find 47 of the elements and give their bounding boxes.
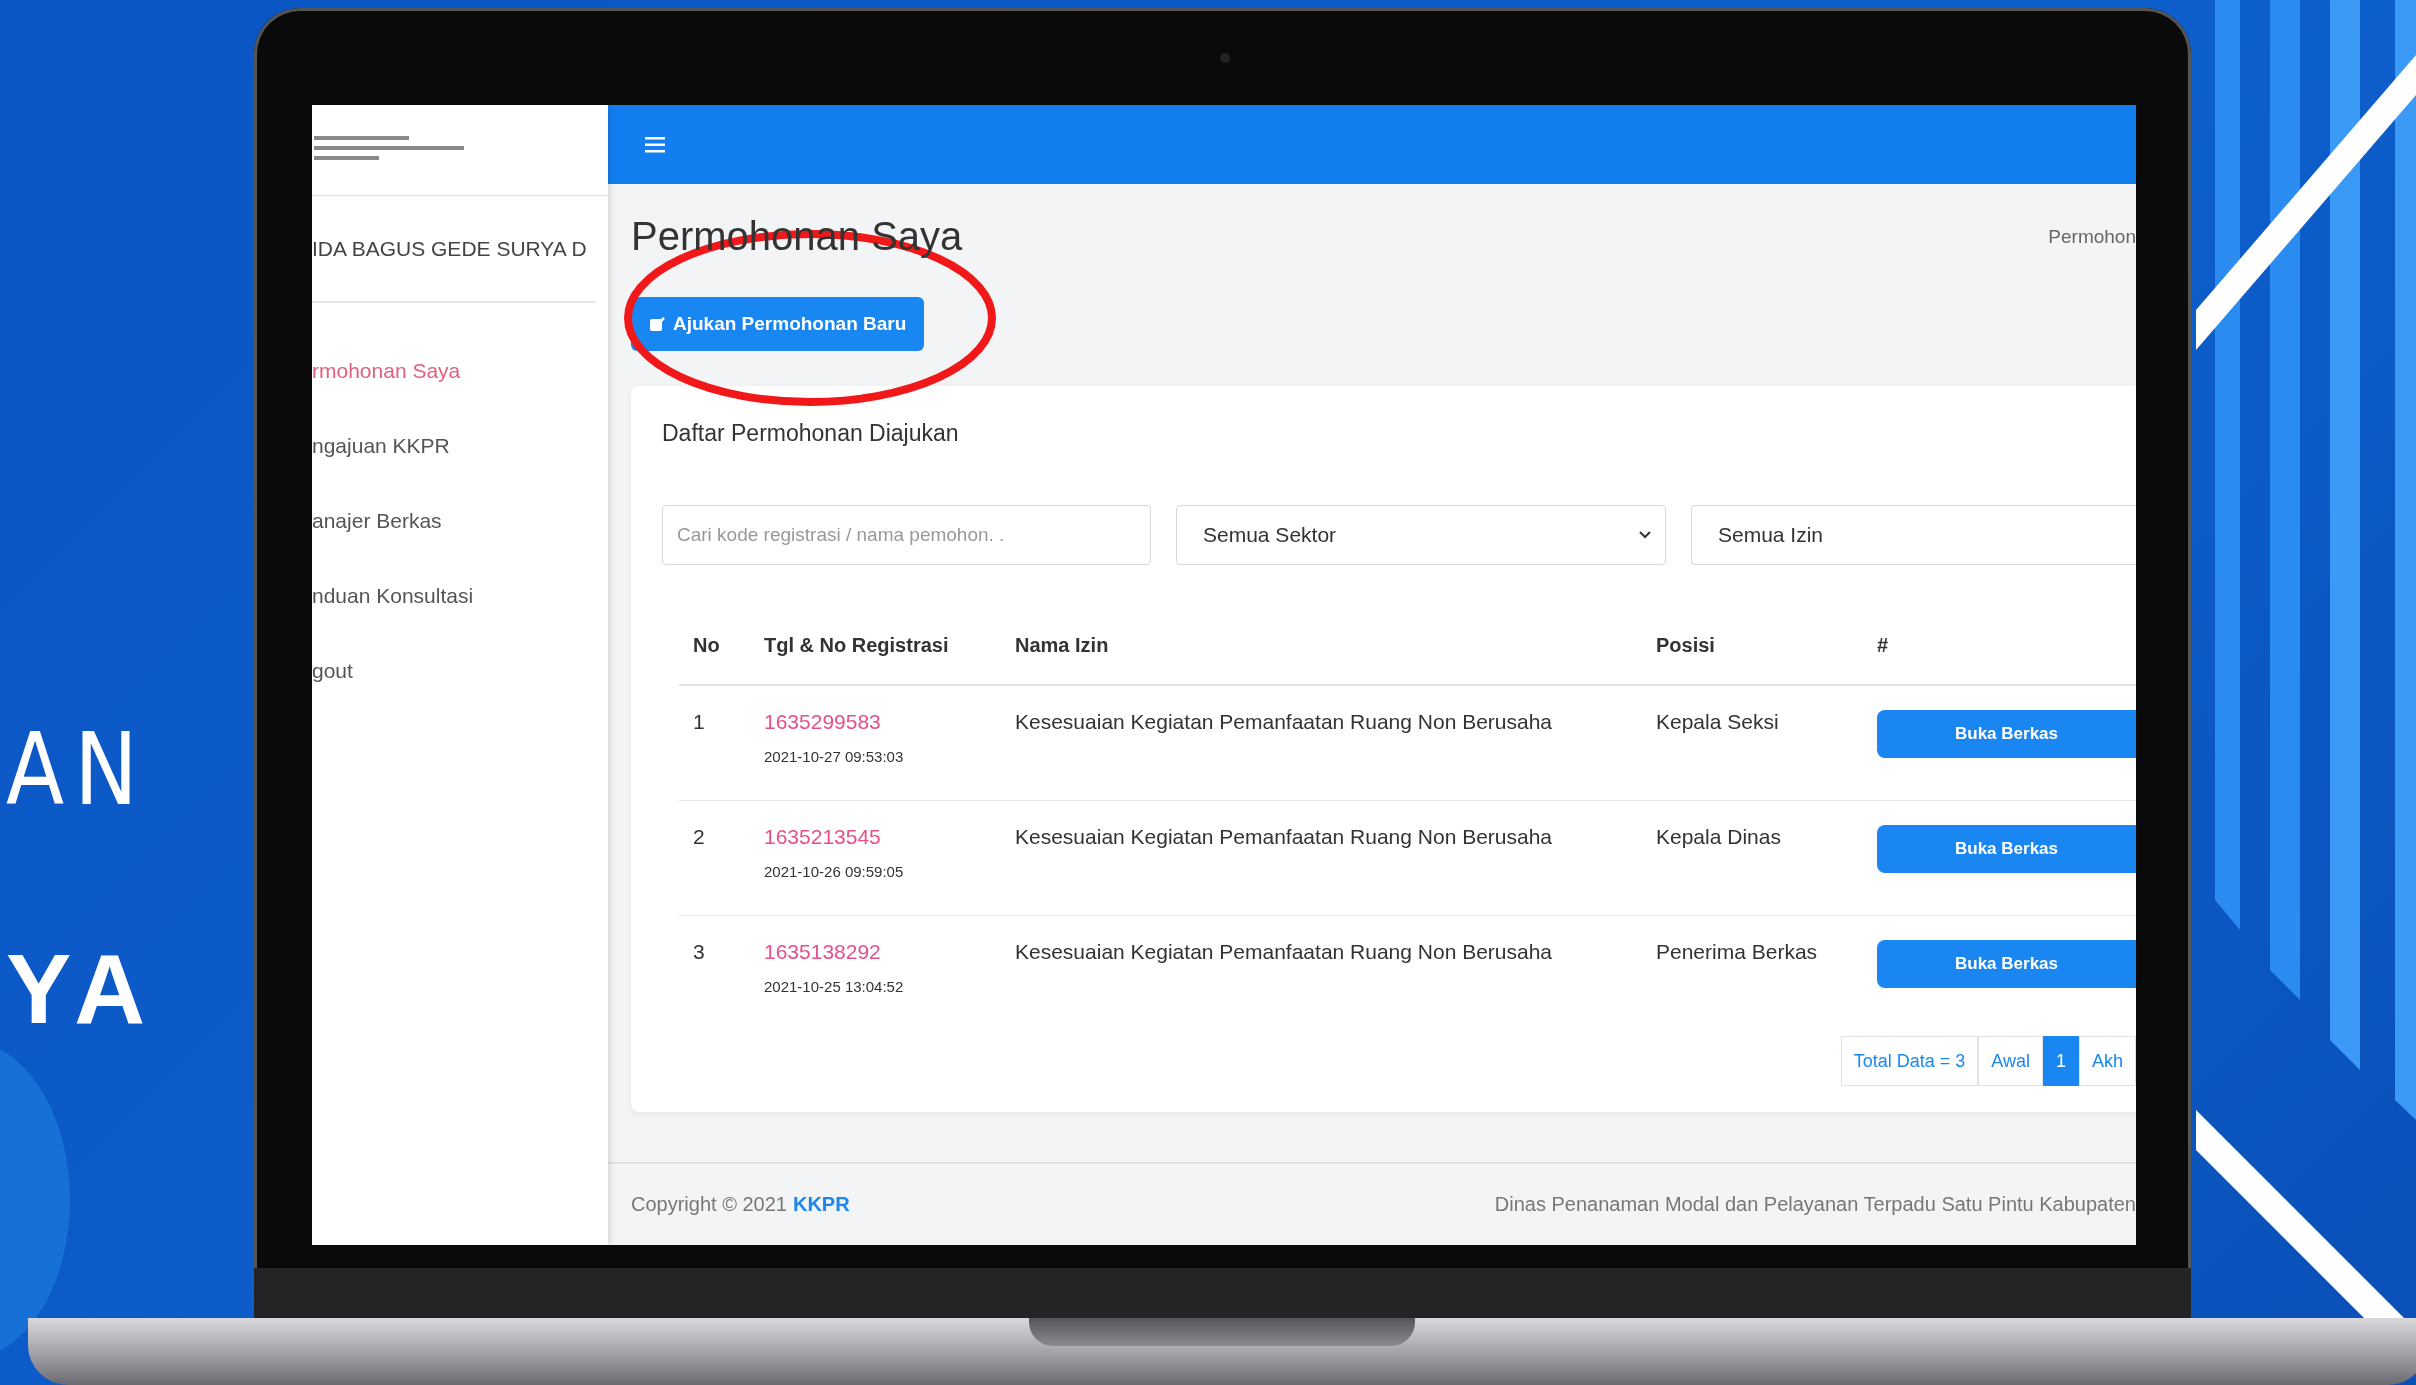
row-number: 3 (693, 940, 705, 964)
registration-link[interactable]: 1635213545 (764, 825, 881, 849)
headline-text: YA (6, 940, 159, 1038)
select-field[interactable]: Semua Sektor (1176, 505, 1666, 566)
card-title: Daftar Permohonan Diajukan (662, 420, 960, 448)
total-count: Total Data = 3 (1840, 1036, 1979, 1087)
column-header: Tgl & No Registrasi (750, 607, 1001, 686)
position-text: Kepala Seksi (1656, 710, 1779, 734)
row-number: 1 (693, 710, 705, 734)
search-field[interactable]: Cari kode registrasi / nama pemohon. . (662, 505, 1151, 566)
user-name: IDA BAGUS GEDE SURYA D (312, 196, 596, 303)
permit-name: Kesesuaian Kegiatan Pemanfaatan Ruang Non Berusaha (1015, 710, 1553, 734)
permit-name: Kesesuaian Kegiatan Pemanfaatan Ruang Non Berusaha (1015, 825, 1553, 849)
sidebar-item[interactable]: ngajuan KKPR (312, 408, 608, 483)
column-header: # (1863, 607, 2136, 686)
select-field[interactable]: Semua Izin (1691, 505, 2136, 566)
open-file-button[interactable]: Buka Berkas (1877, 940, 2136, 989)
registration-link[interactable]: 1635138292 (764, 940, 881, 964)
sidebar-item[interactable]: anajer Berkas (312, 483, 608, 558)
column-header: Nama Izin (1001, 607, 1642, 686)
breadcrumb-link[interactable]: Permohon (2048, 225, 2136, 248)
date-time-text: 2021-10-26 09:59:05 (764, 863, 905, 881)
row-number: 2 (693, 825, 705, 849)
agency-text: Dinas Penanaman Modal dan Pelayanan Terpadu Satu Pintu Kabupaten (1494, 1193, 2136, 1217)
brand-link[interactable]: KKPR (792, 1193, 850, 1217)
sidebar-item[interactable]: gout (312, 633, 608, 708)
date-time-text: 2021-10-25 13:04:52 (764, 978, 905, 996)
page-link[interactable]: Akh (2078, 1036, 2136, 1087)
menu-icon[interactable] (645, 136, 665, 153)
edit-icon (649, 316, 665, 333)
position-text: Penerima Berkas (1656, 940, 1818, 964)
column-header: No (679, 607, 750, 686)
position-text: Kepala Dinas (1656, 825, 1781, 849)
sidebar-item[interactable]: rmohonan Saya (312, 333, 608, 408)
new-request-button[interactable]: Ajukan Permohonan Baru (631, 297, 925, 352)
date-time-text: 2021-10-27 09:53:03 (764, 748, 905, 766)
sidebar-item[interactable]: nduan Konsultasi (312, 558, 608, 633)
headline-text: AN (6, 720, 149, 820)
copyright-text: Copyright © 2021 (631, 1193, 787, 1217)
page-link[interactable]: 1 (2042, 1036, 2079, 1087)
registration-link[interactable]: 1635299583 (764, 710, 881, 734)
column-header: Posisi (1642, 607, 1863, 686)
open-file-button[interactable]: Buka Berkas (1877, 825, 2136, 874)
page-link[interactable]: Awal (1978, 1036, 2043, 1087)
open-file-button[interactable]: Buka Berkas (1877, 710, 2136, 759)
permit-name: Kesesuaian Kegiatan Pemanfaatan Ruang Non Berusaha (1015, 940, 1553, 964)
camera-icon (1220, 53, 1230, 63)
